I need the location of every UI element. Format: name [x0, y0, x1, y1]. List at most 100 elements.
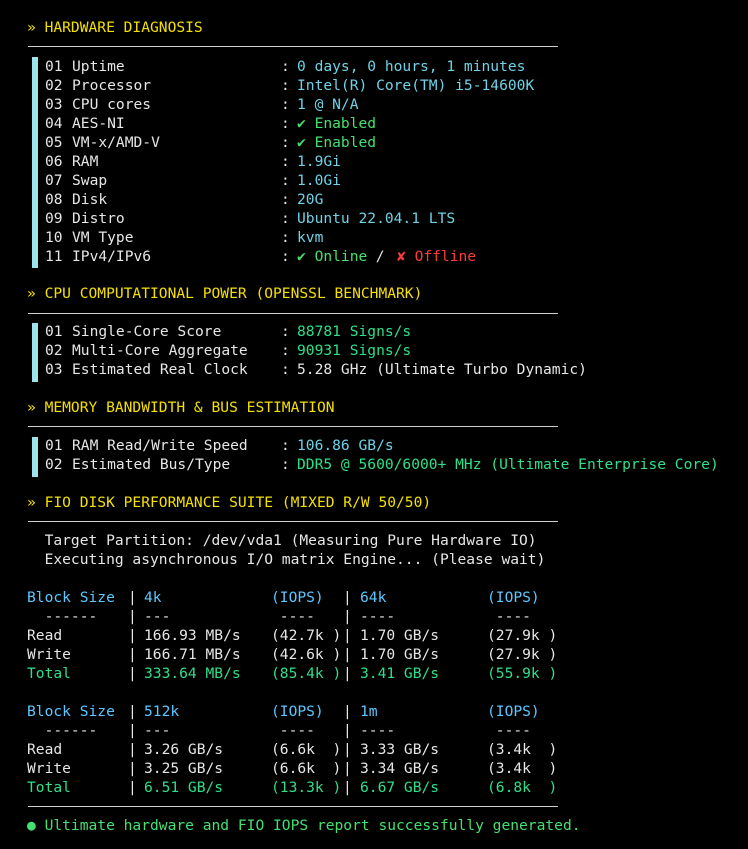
- row-label: Estimated Bus/Type: [72, 456, 231, 473]
- row-colon: :: [281, 342, 290, 359]
- fio-cell: (3.4k ): [487, 741, 558, 758]
- column-header: Block Size: [27, 703, 115, 720]
- column-header: (IOPS): [487, 703, 540, 720]
- fio-cell: (85.4k ): [271, 665, 342, 682]
- target-partition: Target Partition: /dev/vda1 (Measuring P…: [27, 532, 537, 549]
- fio-cell: (42.6k ): [271, 646, 342, 663]
- fio-cell: 166.93 MB/s: [144, 627, 241, 644]
- column-separator: |: [343, 703, 352, 720]
- row-number: 01: [45, 58, 63, 75]
- row-colon: :: [281, 437, 290, 454]
- dash-row: ----: [487, 722, 540, 739]
- column-header: 4k: [144, 589, 162, 606]
- fio-cell: (27.9k ): [487, 627, 558, 644]
- status-separator: /: [367, 248, 394, 265]
- online-status: ✔ Online: [297, 248, 368, 265]
- fio-cell: Total: [27, 779, 71, 796]
- fio-cell: 3.25 GB/s: [144, 760, 224, 777]
- row-number: 06: [45, 153, 63, 170]
- row-value: 88781 Signs/s: [297, 323, 412, 340]
- row-colon: :: [281, 58, 290, 75]
- row-colon: :: [281, 153, 290, 170]
- fio-cell: Total: [27, 665, 71, 682]
- dash-row: ----: [271, 608, 324, 625]
- row-colon: :: [281, 210, 290, 227]
- row-colon: :: [281, 248, 290, 265]
- row-colon: :: [281, 115, 290, 132]
- row-label: Distro: [72, 210, 125, 227]
- row-value: 1 @ N/A: [297, 96, 359, 113]
- row-label: CPU cores: [72, 96, 152, 113]
- row-number: 07: [45, 172, 63, 189]
- row-value: ✔ Enabled: [297, 134, 377, 151]
- fio-cell: 1.70 GB/s: [360, 646, 440, 663]
- column-separator: |: [128, 703, 137, 720]
- row-value: 5.28 GHz (Ultimate Turbo Dynamic): [297, 361, 587, 378]
- row-marker-bar: [32, 57, 38, 268]
- fio-cell: 6.51 GB/s: [144, 779, 224, 796]
- dash-row: ------: [27, 722, 98, 739]
- dash-row: ----: [360, 722, 396, 739]
- fio-cell: (42.7k ): [271, 627, 342, 644]
- row-value: DDR5 @ 5600/6000+ MHz (Ultimate Enterpri…: [297, 456, 719, 473]
- fio-cell: 3.26 GB/s: [144, 741, 224, 758]
- row-number: 05: [45, 134, 63, 151]
- column-header: 64k: [360, 589, 387, 606]
- row-marker-bar: [32, 323, 38, 382]
- column-separator: |: [343, 722, 352, 739]
- divider: [28, 521, 558, 522]
- divider: [28, 806, 558, 807]
- row-value: 0 days, 0 hours, 1 minutes: [297, 58, 526, 75]
- row-value: Intel(R) Core(TM) i5-14600K: [297, 77, 535, 94]
- fio-cell: (55.9k ): [487, 665, 558, 682]
- dash-row: ----: [271, 722, 324, 739]
- row-label: Disk: [72, 191, 108, 208]
- column-separator: |: [128, 779, 137, 796]
- column-separator: |: [128, 646, 137, 663]
- column-header: (IOPS): [271, 589, 324, 606]
- fio-cell: 3.33 GB/s: [360, 741, 440, 758]
- offline-status: ✘ Offline: [397, 248, 477, 265]
- row-colon: :: [281, 96, 290, 113]
- row-colon: :: [281, 229, 290, 246]
- column-separator: |: [128, 760, 137, 777]
- fio-cell: (13.3k ): [271, 779, 342, 796]
- row-label: Single-Core Score: [72, 323, 222, 340]
- column-header: 1m: [360, 703, 378, 720]
- column-separator: |: [128, 608, 137, 625]
- row-value: 106.86 GB/s: [297, 437, 394, 454]
- row-label: IPv4/IPv6: [72, 248, 152, 265]
- row-label: RAM Read/Write Speed: [72, 437, 248, 454]
- divider: [28, 313, 558, 314]
- row-number: 02: [45, 342, 63, 359]
- row-label: AES-NI: [72, 115, 125, 132]
- column-header: Block Size: [27, 589, 115, 606]
- column-separator: |: [128, 627, 137, 644]
- row-colon: :: [281, 172, 290, 189]
- dash-row: ----: [487, 608, 540, 625]
- success-message: ● Ultimate hardware and FIO IOPS report …: [27, 817, 581, 834]
- row-value: 90931 Signs/s: [297, 342, 412, 359]
- row-value: 1.0Gi: [297, 172, 341, 189]
- fio-cell: Read: [27, 741, 63, 758]
- row-marker-bar: [32, 437, 38, 477]
- row-value: Ubuntu 22.04.1 LTS: [297, 210, 456, 227]
- column-separator: |: [343, 741, 352, 758]
- row-number: 01: [45, 323, 63, 340]
- column-separator: |: [343, 779, 352, 796]
- row-label: Swap: [72, 172, 108, 189]
- row-colon: :: [281, 134, 290, 151]
- fio-cell: Write: [27, 646, 71, 663]
- fio-cell: Write: [27, 760, 71, 777]
- column-separator: |: [343, 627, 352, 644]
- row-number: 08: [45, 191, 63, 208]
- row-colon: :: [281, 361, 290, 378]
- cpu-title: » CPU COMPUTATIONAL POWER (OPENSSL BENCH…: [27, 285, 423, 302]
- row-label: VM-x/AMD-V: [72, 134, 160, 151]
- row-label: Multi-Core Aggregate: [72, 342, 248, 359]
- column-separator: |: [128, 741, 137, 758]
- column-separator: |: [128, 589, 137, 606]
- hardware-title: » HARDWARE DIAGNOSIS: [27, 19, 203, 36]
- row-number: 01: [45, 437, 63, 454]
- fio-cell: 3.41 GB/s: [360, 665, 440, 682]
